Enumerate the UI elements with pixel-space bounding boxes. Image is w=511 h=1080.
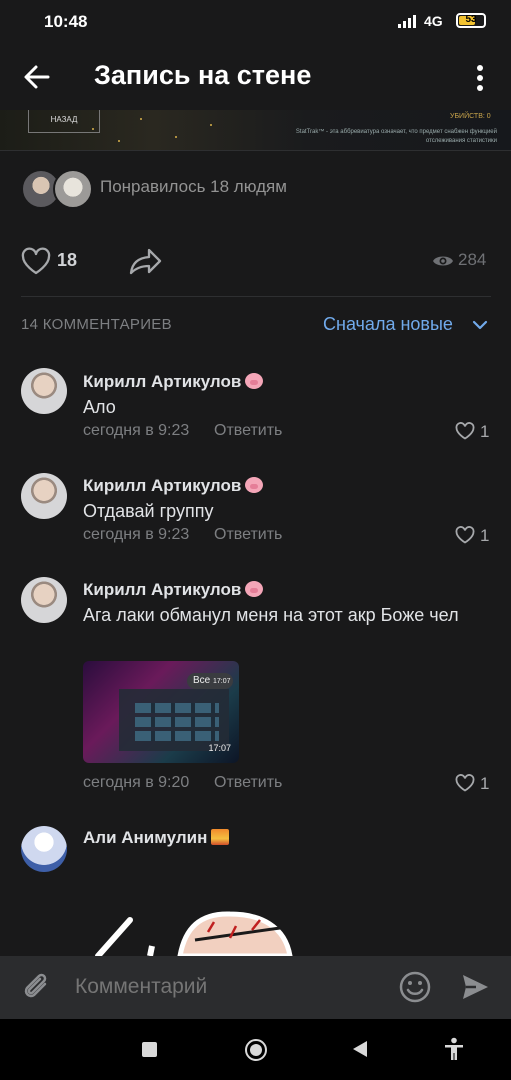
more-vertical-icon[interactable]	[468, 62, 492, 94]
heart-outline-icon[interactable]	[20, 246, 52, 276]
comment-time: сегодня в 9:23	[83, 422, 190, 439]
pig-emoji-icon	[245, 477, 264, 493]
comment-text: Ало	[83, 397, 116, 417]
comment-author[interactable]: Кирилл Артикулов	[83, 476, 264, 496]
comment-author-name[interactable]: Кирилл Артикулов	[83, 372, 241, 391]
post-image-kills: УБИЙСТВ: 0	[450, 113, 491, 120]
comment-image-attachment[interactable]: Все 17:07 17:07	[83, 661, 239, 763]
send-icon[interactable]	[460, 972, 490, 1002]
eye-icon	[433, 256, 453, 266]
comment-author[interactable]: Кирилл Артикулов	[83, 580, 264, 600]
recent-apps-icon[interactable]	[142, 1042, 157, 1057]
comment-time: сегодня в 9:20	[83, 774, 190, 791]
attachment-timestamp: 17:07	[208, 743, 231, 753]
comment-text: Отдавай группу	[83, 501, 214, 521]
avatar[interactable]	[21, 826, 67, 872]
avatar[interactable]	[53, 169, 93, 209]
page-title: Запись на стене	[94, 60, 312, 90]
comment-time: сегодня в 9:23	[83, 526, 190, 543]
comment-like-count: 1	[480, 422, 490, 441]
battery-icon: 53	[456, 13, 486, 28]
reply-button[interactable]: Ответить	[214, 774, 282, 792]
comment-like-count: 1	[480, 526, 490, 545]
network-type: 4G	[424, 13, 443, 29]
comment-author-name[interactable]: Али Анимулин	[83, 828, 207, 847]
post-image-note: StatTrak™ - эта аббревиатура означает, ч…	[295, 129, 497, 144]
chevron-down-icon[interactable]	[472, 318, 488, 332]
post-image-button-text: НАЗАД	[28, 110, 100, 133]
avatar[interactable]	[21, 577, 67, 623]
avatar[interactable]	[21, 473, 67, 519]
attachment-tag-label: Все	[193, 675, 211, 686]
divider	[0, 150, 511, 151]
divider	[21, 296, 491, 297]
heart-outline-icon[interactable]	[455, 526, 475, 544]
view-count: 284	[458, 250, 487, 269]
attachment-tag: Все 17:07	[187, 673, 233, 689]
heart-outline-icon[interactable]	[455, 422, 475, 440]
home-icon[interactable]	[245, 1039, 267, 1061]
status-time: 10:48	[44, 12, 88, 31]
comment-like-count: 1	[480, 774, 490, 793]
sort-order-button[interactable]: Сначала новые	[323, 314, 453, 335]
accessibility-icon[interactable]	[443, 1037, 465, 1061]
reply-button[interactable]: Ответить	[214, 526, 282, 544]
comment-author[interactable]: Кирилл Артикулов	[83, 372, 264, 392]
post-image[interactable]: НАЗАД УБИЙСТВ: 0 StatTrak™ - эта аббреви…	[0, 110, 511, 150]
liked-by-text[interactable]: Понравилось 18 людям	[100, 177, 287, 197]
pig-emoji-icon	[245, 373, 264, 389]
paperclip-icon[interactable]	[21, 970, 53, 1004]
sunset-emoji-icon	[211, 829, 230, 845]
comment-text: Ага лаки обманул меня на этот акр Боже ч…	[83, 605, 459, 625]
comment-input[interactable]	[75, 975, 375, 999]
smiley-icon[interactable]	[398, 970, 432, 1004]
like-count: 18	[57, 250, 78, 270]
battery-level: 53	[465, 14, 477, 25]
comments-count: 14 КОММЕНТАРИЕВ	[21, 316, 172, 333]
sticker-image[interactable]	[90, 908, 300, 956]
heart-outline-icon[interactable]	[455, 774, 475, 792]
nav-back-icon[interactable]	[352, 1040, 368, 1058]
comment-author[interactable]: Али Анимулин	[83, 828, 230, 848]
comment-author-name[interactable]: Кирилл Артикулов	[83, 476, 241, 495]
status-bar: 10:48 4G 53	[0, 0, 511, 44]
attachment-tag-time: 17:07	[213, 678, 231, 685]
share-arrow-icon[interactable]	[128, 246, 164, 276]
comment-author-name[interactable]: Кирилл Артикулов	[83, 580, 241, 599]
signal-icon	[398, 15, 416, 28]
arrow-left-icon[interactable]	[22, 62, 52, 92]
pig-emoji-icon	[245, 581, 264, 597]
avatar[interactable]	[21, 368, 67, 414]
reply-button[interactable]: Ответить	[214, 422, 282, 440]
